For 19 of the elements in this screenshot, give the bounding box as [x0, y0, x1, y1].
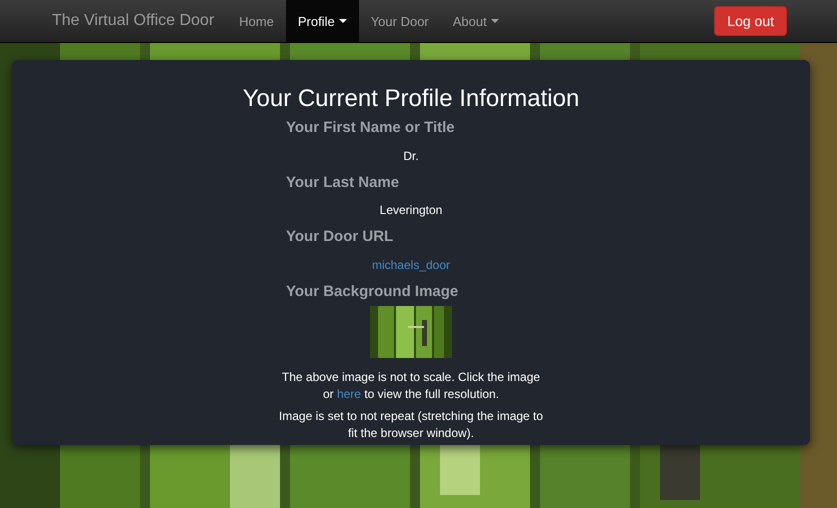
nav-dropdown[interactable]: Profile — [286, 0, 359, 42]
field-label: Your Door URL — [286, 227, 394, 247]
nav-dropdown[interactable]: About — [440, 0, 511, 42]
logout-button[interactable]: Log out — [714, 6, 787, 36]
brand-link[interactable]: The Virtual Office Door — [37, 0, 228, 42]
door-url-link[interactable]: michaels_door — [372, 258, 450, 272]
caret-icon — [490, 19, 499, 23]
field-label: Your Last Name — [286, 172, 400, 192]
field-label: Your Background Image — [286, 282, 460, 302]
caret-icon — [338, 19, 347, 23]
here-link[interactable]: here — [336, 387, 361, 402]
page-title: Your Current Profile Information — [242, 86, 580, 112]
scale-note: The above image is not to scale. Click the image or here to view the full resolution. — [280, 369, 542, 403]
repeat-note: Image is set to not repeat (stretching the image to fit the browser window). — [278, 408, 544, 442]
field-value: Leverington — [378, 203, 444, 218]
field-label: Your First Name or Title — [286, 118, 456, 138]
field-value: Dr. — [402, 148, 420, 163]
nav-link[interactable]: Your Door — [358, 0, 441, 42]
nav-link[interactable]: Home — [227, 0, 286, 42]
